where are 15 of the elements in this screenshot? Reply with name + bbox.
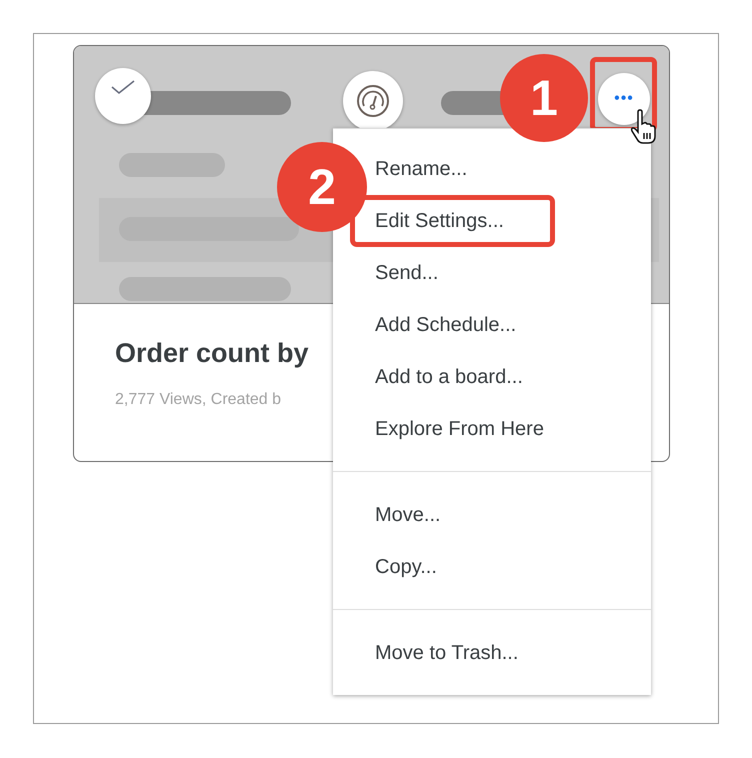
menu-item[interactable]: Move... bbox=[375, 504, 441, 526]
card-subtitle: 2,777 Views, Created b bbox=[115, 391, 282, 409]
menu-item[interactable]: Add Schedule... bbox=[375, 314, 516, 336]
menu-item[interactable]: Copy... bbox=[375, 556, 437, 578]
checkbox[interactable] bbox=[95, 68, 151, 124]
menu-item[interactable]: Edit Settings... bbox=[375, 210, 504, 232]
checkmark-icon bbox=[110, 79, 136, 95]
menu-item[interactable]: Explore From Here bbox=[375, 418, 544, 440]
menu-item[interactable]: Move to Trash... bbox=[375, 642, 518, 664]
card-title: Order count by bbox=[115, 338, 309, 369]
menu-item[interactable]: Add to a board... bbox=[375, 366, 523, 388]
more-options-button[interactable]: ••• bbox=[598, 73, 650, 125]
menu-item[interactable]: Send... bbox=[375, 262, 438, 284]
gauge-icon bbox=[356, 84, 390, 118]
menu-item[interactable]: Rename... bbox=[375, 158, 468, 180]
